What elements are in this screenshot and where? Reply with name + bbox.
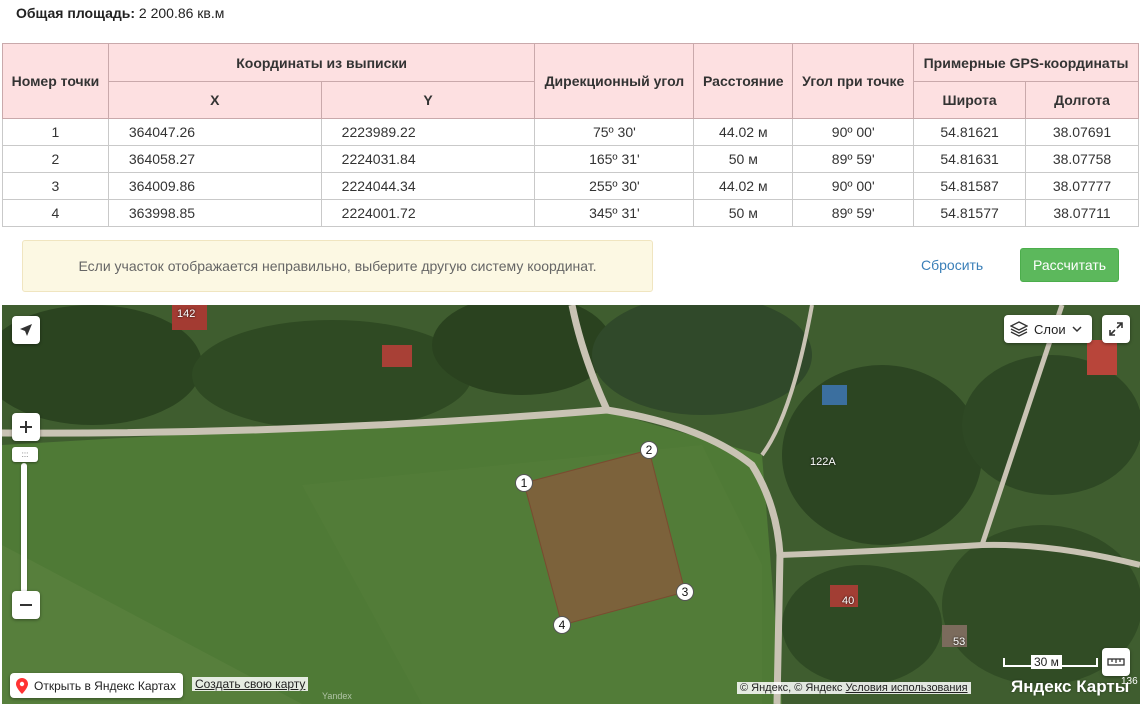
plot-point-marker[interactable]: 2: [640, 441, 658, 459]
cell-angle: 90º 00': [792, 172, 915, 200]
cell-y: 2224044.34: [320, 172, 536, 200]
header-x: X: [107, 81, 322, 119]
chevron-down-icon: [1072, 326, 1082, 333]
create-map-link[interactable]: Создать свою карту: [192, 677, 309, 691]
cell-bearing: 165º 31': [534, 145, 695, 173]
header-distance: Расстояние: [693, 43, 794, 119]
cell-lon: 38.07691: [1025, 118, 1139, 146]
layers-button[interactable]: Слои: [1004, 315, 1092, 343]
cell-point-no: 1: [2, 118, 109, 146]
expand-icon: [1109, 322, 1123, 336]
plus-icon: [20, 421, 32, 433]
cell-point-no: 3: [2, 172, 109, 200]
cell-lat: 54.81577: [913, 199, 1027, 227]
cell-point-no: 2: [2, 145, 109, 173]
cell-lat: 54.81587: [913, 172, 1027, 200]
header-angle: Угол при точке: [792, 43, 915, 119]
house-number-label: 40: [842, 595, 855, 607]
cell-lat: 54.81631: [913, 145, 1027, 173]
cell-lon: 38.07777: [1025, 172, 1139, 200]
house-number-label: 53: [953, 636, 966, 648]
header-point-no: Номер точки: [2, 43, 109, 119]
cell-x: 363998.85: [107, 199, 322, 227]
yandex-maps-logo[interactable]: Яндекс Карты: [1011, 677, 1129, 697]
cell-y: 2224001.72: [320, 199, 536, 227]
zoom-slider-handle[interactable]: :::: [12, 447, 38, 462]
zoom-slider-track[interactable]: [21, 463, 27, 593]
fullscreen-button[interactable]: [1102, 315, 1130, 343]
cell-lat: 54.81621: [913, 118, 1027, 146]
table-row: 3 364009.86 2224044.34 255º 30' 44.02 м …: [2, 172, 1139, 200]
cell-lon: 38.07711: [1025, 199, 1139, 227]
cell-point-no: 4: [2, 199, 109, 227]
header-coords-group: Координаты из выписки: [107, 43, 536, 82]
ruler-button[interactable]: [1102, 648, 1130, 676]
minus-icon: [20, 604, 32, 606]
map-view[interactable]: 142 122А 40 53 1 2 3 4: [2, 305, 1140, 704]
open-in-yandex-maps-button[interactable]: Открыть в Яндекс Картах: [10, 673, 183, 698]
coordinate-system-notice: Если участок отображается неправильно, в…: [22, 240, 653, 292]
cell-angle: 89º 59': [792, 199, 915, 227]
reset-link[interactable]: Сбросить: [921, 257, 983, 273]
header-lon: Долгота: [1025, 81, 1139, 119]
total-area-value: 2 200.86 кв.м: [138, 5, 225, 21]
copyright-text: © Яндекс, © Яндекс: [740, 682, 843, 694]
cell-angle: 89º 59': [792, 145, 915, 173]
cell-distance: 50 м: [693, 145, 794, 173]
plot-point-marker[interactable]: 4: [553, 616, 571, 634]
scale-label: 30 м: [1031, 655, 1062, 669]
plot-point-marker[interactable]: 3: [676, 583, 694, 601]
satellite-imagery: [2, 305, 1140, 704]
cell-x: 364058.27: [107, 145, 322, 173]
cell-y: 2223989.22: [320, 118, 536, 146]
table-row: 2 364058.27 2224031.84 165º 31' 50 м 89º…: [2, 145, 1139, 173]
map-copyright: © Яндекс, © Яндекс Условия использования: [737, 682, 971, 694]
map-pin-icon: [16, 677, 28, 694]
cell-distance: 44.02 м: [693, 172, 794, 200]
table-row: 4 363998.85 2224001.72 345º 31' 50 м 89º…: [2, 199, 1139, 227]
header-bearing: Дирекционный угол: [534, 43, 695, 119]
layers-icon: [1010, 321, 1028, 337]
cell-x: 364047.26: [107, 118, 322, 146]
cell-x: 364009.86: [107, 172, 322, 200]
ruler-icon: [1107, 658, 1125, 666]
geolocation-button[interactable]: [12, 316, 40, 344]
location-arrow-icon: [20, 324, 32, 336]
header-lat: Широта: [913, 81, 1027, 119]
header-y: Y: [320, 81, 536, 119]
cell-bearing: 255º 30': [534, 172, 695, 200]
zoom-in-button[interactable]: [12, 413, 40, 441]
zoom-out-button[interactable]: [12, 591, 40, 619]
cell-bearing: 75º 30': [534, 118, 695, 146]
cell-distance: 50 м: [693, 199, 794, 227]
coordinates-table: Номер точки Координаты из выписки Дирекц…: [2, 43, 1139, 227]
cell-lon: 38.07758: [1025, 145, 1139, 173]
cell-distance: 44.02 м: [693, 118, 794, 146]
house-number-label: 122А: [810, 456, 836, 468]
header-gps-group: Примерные GPS-координаты: [913, 43, 1139, 82]
layers-label: Слои: [1034, 321, 1066, 337]
cell-bearing: 345º 31': [534, 199, 695, 227]
terms-of-use-link[interactable]: Условия использования: [845, 682, 967, 694]
table-row: 1 364047.26 2223989.22 75º 30' 44.02 м 9…: [2, 118, 1139, 146]
yandex-watermark: Yandex: [322, 691, 352, 701]
plot-point-marker[interactable]: 1: [515, 474, 533, 492]
cell-angle: 90º 00': [792, 118, 915, 146]
total-area: Общая площадь: 2 200.86 кв.м: [16, 5, 224, 21]
cell-y: 2224031.84: [320, 145, 536, 173]
calculate-button[interactable]: Рассчитать: [1020, 248, 1119, 282]
house-number-label: 142: [177, 308, 196, 320]
total-area-label: Общая площадь:: [16, 5, 136, 21]
open-in-yandex-maps-label: Открыть в Яндекс Картах: [34, 678, 176, 693]
